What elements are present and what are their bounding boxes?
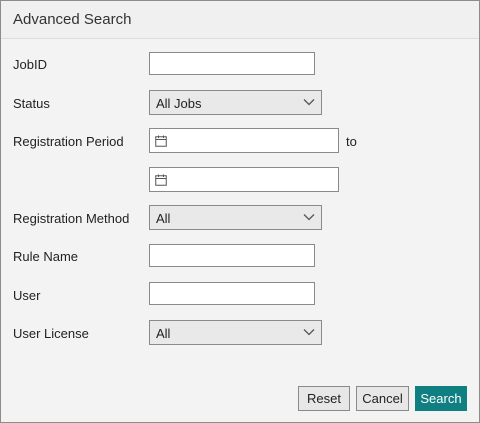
user-license-selected-value: All [156,326,171,341]
status-label: Status [13,96,50,111]
calendar-icon [155,135,167,147]
rule-name-input[interactable] [149,244,315,267]
chevron-down-icon [303,214,315,221]
user-label: User [13,288,41,303]
calendar-icon [155,174,167,186]
registration-period-label: Registration Period [13,134,124,149]
dialog-titlebar: Advanced Search [1,1,479,39]
registration-period-end-input[interactable] [149,167,339,192]
dialog-title: Advanced Search [13,11,132,28]
search-button[interactable]: Search [415,386,467,411]
cancel-button[interactable]: Cancel [356,386,409,411]
jobid-input[interactable] [149,52,315,75]
date-range-to-label: to [346,134,357,149]
status-select[interactable]: All Jobs [149,90,322,115]
registration-period-start-input[interactable] [149,128,339,153]
reset-button[interactable]: Reset [298,386,350,411]
advanced-search-dialog: Advanced Search JobID Status All Jobs Re… [0,0,480,423]
registration-method-label: Registration Method [13,211,130,226]
user-input[interactable] [149,282,315,305]
registration-method-selected-value: All [156,211,171,226]
user-license-label: User License [13,326,89,341]
status-selected-value: All Jobs [156,96,202,111]
chevron-down-icon [303,99,315,106]
chevron-down-icon [303,329,315,336]
registration-method-select[interactable]: All [149,205,322,230]
rule-name-label: Rule Name [13,249,79,264]
jobid-label: JobID [13,57,47,72]
user-license-select[interactable]: All [149,320,322,345]
